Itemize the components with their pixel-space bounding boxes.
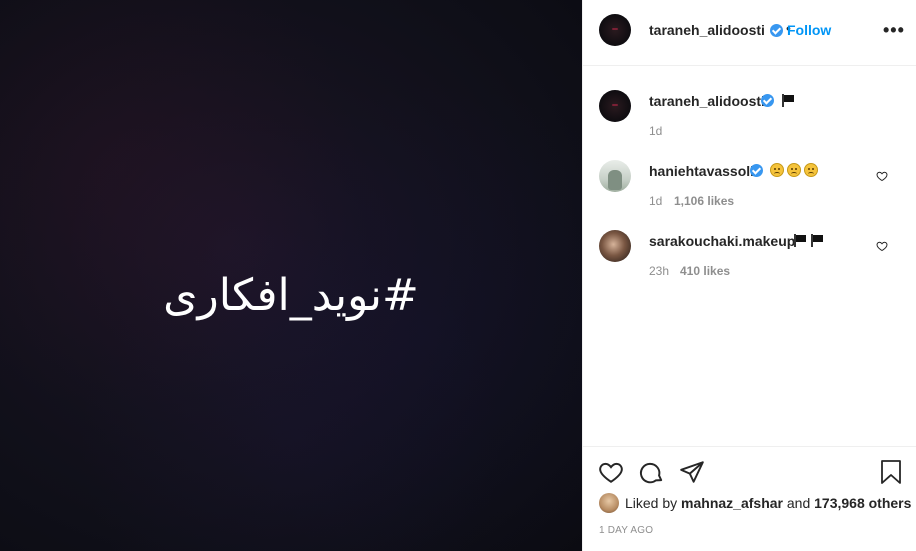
- save-bookmark-icon[interactable]: [879, 459, 903, 485]
- comment-age[interactable]: 23h: [649, 264, 669, 278]
- follow-button[interactable]: Follow: [787, 22, 831, 38]
- liked-by-prefix: Liked by: [625, 495, 678, 511]
- author-username[interactable]: taraneh_alidoosti: [649, 22, 765, 38]
- comment-likes[interactable]: 1,106 likes: [674, 194, 734, 208]
- post-image[interactable]: #نوید_افکاری: [0, 0, 582, 551]
- likes-summary: Liked by mahnaz_afshar and 173,968 other…: [599, 492, 911, 514]
- like-heart-icon[interactable]: [598, 459, 624, 485]
- verified-badge-icon: [761, 94, 774, 107]
- like-comment-heart-icon[interactable]: [876, 170, 888, 182]
- comment-bubble-icon[interactable]: [639, 459, 665, 485]
- disappointed-face-icon: [804, 163, 818, 177]
- disappointed-face-icon: [770, 163, 784, 177]
- comment-username[interactable]: sarakouchaki.makeup: [649, 233, 795, 249]
- image-hashtag-text: #نوید_افکاری: [163, 270, 419, 321]
- and-label: and: [786, 495, 811, 511]
- caption-username[interactable]: taraneh_alidoosti: [649, 93, 765, 109]
- liked-by-user-link[interactable]: mahnaz_afshar: [681, 495, 783, 511]
- black-flag-icon: [810, 233, 824, 247]
- share-paper-plane-icon[interactable]: [679, 459, 705, 485]
- author-avatar[interactable]: [599, 14, 631, 46]
- others-likes-link[interactable]: 173,968 others: [814, 495, 911, 511]
- caption-age[interactable]: 1d: [649, 124, 662, 138]
- more-options-icon[interactable]: •••: [883, 20, 905, 41]
- liker-avatar[interactable]: [599, 493, 619, 513]
- comment-likes[interactable]: 410 likes: [680, 264, 730, 278]
- verified-badge-icon: [750, 164, 763, 177]
- verified-badge-icon: [770, 24, 783, 37]
- instagram-post: #نوید_افکاری taraneh_alidoosti • Follow …: [0, 0, 916, 551]
- post-timestamp[interactable]: 1 DAY AGO: [599, 525, 653, 536]
- post-header: taraneh_alidoosti • Follow •••: [583, 0, 916, 66]
- post-actions: Liked by mahnaz_afshar and 173,968 other…: [583, 446, 916, 551]
- commenter-avatar[interactable]: [599, 160, 631, 192]
- disappointed-face-icon: [787, 163, 801, 177]
- like-comment-heart-icon[interactable]: [876, 240, 888, 252]
- caption-author-avatar[interactable]: [599, 90, 631, 122]
- black-flag-icon: [781, 93, 795, 107]
- comment-age[interactable]: 1d: [649, 194, 662, 208]
- post-side-panel: taraneh_alidoosti • Follow ••• taraneh_a…: [582, 0, 916, 551]
- comment-username[interactable]: haniehtavassoli: [649, 163, 754, 179]
- black-flag-icon: [793, 233, 807, 247]
- commenter-avatar[interactable]: [599, 230, 631, 262]
